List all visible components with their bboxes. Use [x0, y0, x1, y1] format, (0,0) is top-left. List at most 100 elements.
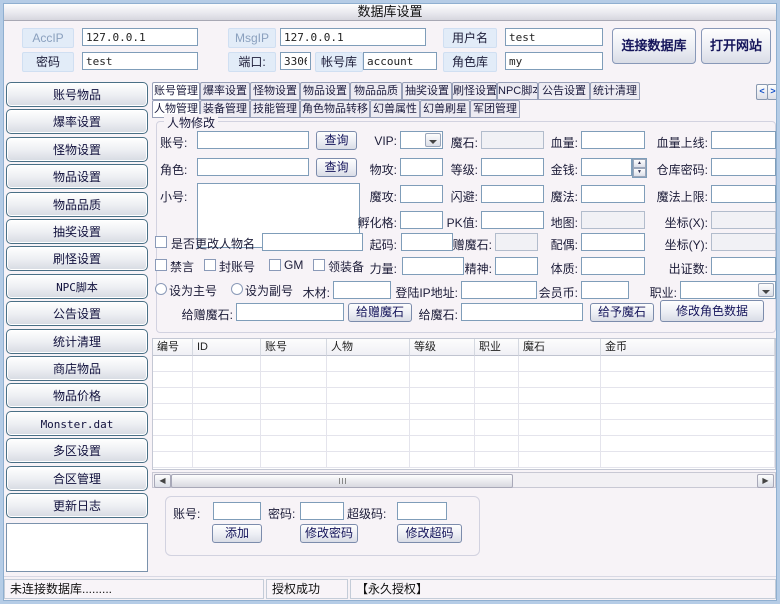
panel-account-input[interactable] [213, 502, 261, 520]
table-header-3[interactable]: 人物 [327, 339, 410, 356]
mucai-input[interactable] [333, 281, 391, 299]
table-header-2[interactable]: 账号 [261, 339, 327, 356]
wugong-input[interactable] [400, 158, 443, 176]
flag-checkbox-2[interactable] [269, 259, 281, 271]
tab-top-6[interactable]: 刷怪设置 [452, 82, 497, 100]
horizontal-scrollbar[interactable]: ◀ ▶ [152, 472, 776, 488]
pk-value-input[interactable] [481, 211, 544, 229]
query-account-button[interactable]: 查询 [316, 131, 357, 150]
cangku-mima-input[interactable] [711, 158, 776, 176]
scrollbar-thumb[interactable] [171, 474, 513, 488]
msgip-input[interactable] [280, 28, 426, 46]
sidebar-item-10[interactable]: 商店物品 [6, 356, 148, 381]
table-header-0[interactable]: 编号 [153, 339, 193, 356]
mofa-max-input[interactable] [711, 185, 776, 203]
jinqian-spin-up-icon[interactable]: ▲ [633, 159, 646, 168]
jingshen-input[interactable] [495, 257, 538, 275]
mogong-input[interactable] [400, 185, 443, 203]
sidebar-item-12[interactable]: Monster.dat [6, 411, 148, 436]
tab-top-9[interactable]: 统计清理 [590, 82, 640, 100]
sidebar-item-9[interactable]: 统计清理 [6, 329, 148, 354]
sidebar-listbox[interactable] [6, 523, 148, 572]
tab-top-7[interactable]: NPC脚本 [497, 82, 538, 100]
qima-input[interactable] [401, 233, 453, 251]
sidebar-item-11[interactable]: 物品价格 [6, 383, 148, 408]
sidebar-item-0[interactable]: 账号物品 [6, 82, 148, 107]
peiou-input[interactable] [581, 233, 645, 251]
port-input[interactable] [280, 52, 311, 70]
fuhua-ge-input[interactable] [400, 211, 443, 229]
new-name-input[interactable] [262, 233, 363, 251]
shanbi-input[interactable] [481, 185, 544, 203]
chuzhengshu-input[interactable] [711, 257, 776, 275]
table-header-6[interactable]: 魔石 [519, 339, 601, 356]
jinqian-input[interactable] [581, 158, 632, 176]
tab-sub-5[interactable]: 幻兽刷星 [420, 100, 470, 118]
add-account-button[interactable]: 添加 [212, 524, 262, 543]
sidebar-item-14[interactable]: 合区管理 [6, 466, 148, 491]
set-role-radio-1[interactable] [231, 283, 243, 295]
sidebar-item-13[interactable]: 多区设置 [6, 438, 148, 463]
tab-sub-4[interactable]: 幻兽属性 [370, 100, 420, 118]
tab-scroll-right-icon[interactable]: > [767, 84, 779, 100]
vip-dropdown-arrow-icon[interactable] [425, 133, 441, 147]
panel-super-input[interactable] [397, 502, 447, 520]
sidebar-item-5[interactable]: 抽奖设置 [6, 219, 148, 244]
flag-checkbox-3[interactable] [313, 259, 325, 271]
tab-top-1[interactable]: 爆率设置 [200, 82, 250, 100]
xueliang-max-input[interactable] [711, 131, 776, 149]
tab-sub-2[interactable]: 技能管理 [250, 100, 300, 118]
tab-top-5[interactable]: 抽奖设置 [402, 82, 452, 100]
give-moshi-input[interactable] [461, 303, 583, 321]
give-moshi-button[interactable]: 给予魔石 [590, 303, 654, 322]
password-input[interactable] [82, 52, 198, 70]
set-role-radio-0[interactable] [155, 283, 167, 295]
tab-top-3[interactable]: 物品设置 [300, 82, 350, 100]
sidebar-item-8[interactable]: 公告设置 [6, 301, 148, 326]
login-ip-input[interactable] [461, 281, 537, 299]
role-input[interactable] [197, 158, 309, 176]
huiyuanbi-input[interactable] [581, 281, 629, 299]
tizhi-input[interactable] [581, 257, 645, 275]
accip-input[interactable] [82, 28, 198, 46]
table-header-5[interactable]: 职业 [475, 339, 519, 356]
roledb-input[interactable] [505, 52, 603, 70]
username-input[interactable] [505, 28, 603, 46]
table-header-4[interactable]: 等级 [410, 339, 475, 356]
give-zeng-input[interactable] [236, 303, 344, 321]
mofa-input[interactable] [581, 185, 645, 203]
table-header-7[interactable]: 金币 [601, 339, 775, 356]
accdb-input[interactable] [363, 52, 437, 70]
tab-sub-3[interactable]: 角色物品转移 [300, 100, 370, 118]
sidebar-item-7[interactable]: NPC脚本 [6, 274, 148, 299]
jinqian-spinner[interactable]: ▲▼ [632, 158, 647, 178]
connect-database-button[interactable]: 连接数据库 [612, 28, 696, 64]
zhiye-dropdown-arrow-icon[interactable] [758, 283, 774, 297]
sidebar-item-6[interactable]: 刷怪设置 [6, 246, 148, 271]
jinqian-spin-down-icon[interactable]: ▼ [633, 168, 646, 177]
change-password-button[interactable]: 修改密码 [300, 524, 358, 543]
scroll-right-arrow-icon[interactable]: ▶ [757, 474, 774, 488]
rename-checkbox[interactable] [155, 236, 167, 248]
liliang-input[interactable] [402, 257, 464, 275]
sidebar-item-3[interactable]: 物品设置 [6, 164, 148, 189]
panel-password-input[interactable] [300, 502, 344, 520]
sidebar-item-15[interactable]: 更新日志 [6, 493, 148, 518]
dengji-input[interactable] [481, 158, 544, 176]
tab-top-8[interactable]: 公告设置 [538, 82, 590, 100]
sidebar-item-4[interactable]: 物品品质 [6, 192, 148, 217]
scroll-left-arrow-icon[interactable]: ◀ [154, 474, 171, 488]
account-input[interactable] [197, 131, 309, 149]
xueliang-input[interactable] [581, 131, 645, 149]
tab-sub-6[interactable]: 军团管理 [470, 100, 520, 118]
give-zeng-button[interactable]: 给赠魔石 [348, 303, 412, 322]
open-website-button[interactable]: 打开网站 [701, 28, 771, 64]
tab-top-2[interactable]: 怪物设置 [250, 82, 300, 100]
query-role-button[interactable]: 查询 [316, 158, 357, 177]
change-super-button[interactable]: 修改超码 [397, 524, 462, 543]
zhiye-combobox[interactable] [680, 281, 776, 299]
vip-combobox[interactable] [400, 131, 443, 149]
flag-checkbox-0[interactable] [155, 259, 167, 271]
sidebar-item-1[interactable]: 爆率设置 [6, 109, 148, 134]
tab-top-4[interactable]: 物品品质 [350, 82, 402, 100]
